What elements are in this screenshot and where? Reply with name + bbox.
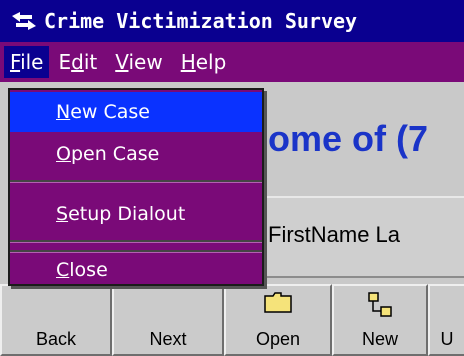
menu-edit[interactable]: Edit	[49, 46, 106, 78]
folder-icon	[264, 292, 292, 313]
back-label: Back	[35, 329, 77, 349]
menu-bar: File Edit View Help	[0, 42, 464, 82]
name-panel: FirstName La	[262, 196, 464, 278]
menu-item-open-case[interactable]: Open Case	[10, 134, 262, 174]
new-label: New	[361, 329, 398, 349]
menu-item-close[interactable]: Close	[10, 254, 262, 286]
next-label: Next	[149, 329, 187, 349]
toolbar: Back Next Open New U	[0, 284, 464, 356]
menu-file[interactable]: File	[4, 46, 50, 78]
menu-separator	[10, 180, 262, 183]
new-case-icon	[368, 292, 392, 317]
menu-item-new-case[interactable]: New Case	[10, 92, 262, 132]
name-label: FirstName La	[268, 222, 401, 247]
menu-separator	[10, 250, 262, 253]
menu-separator	[10, 240, 262, 243]
next-toolbar-label: U	[440, 329, 454, 349]
back-button[interactable]: Back	[0, 284, 112, 356]
menu-item-setup-dialout[interactable]: Setup Dialout	[10, 194, 262, 234]
app-icon	[12, 12, 36, 30]
open-label: Open	[255, 329, 301, 349]
title-bar: Crime Victimization Survey	[0, 0, 464, 42]
page-heading: ome of (7	[268, 118, 429, 159]
menu-view[interactable]: View	[106, 46, 171, 78]
window-title: Crime Victimization Survey	[44, 9, 358, 33]
open-button[interactable]: Open	[224, 284, 332, 356]
menu-help[interactable]: Help	[172, 46, 236, 78]
file-menu-dropdown: New Case Open Case Setup Dialout Close	[8, 88, 264, 286]
new-button[interactable]: New	[332, 284, 428, 356]
next-toolbar-button[interactable]: U	[428, 284, 464, 356]
next-button[interactable]: Next	[112, 284, 224, 356]
